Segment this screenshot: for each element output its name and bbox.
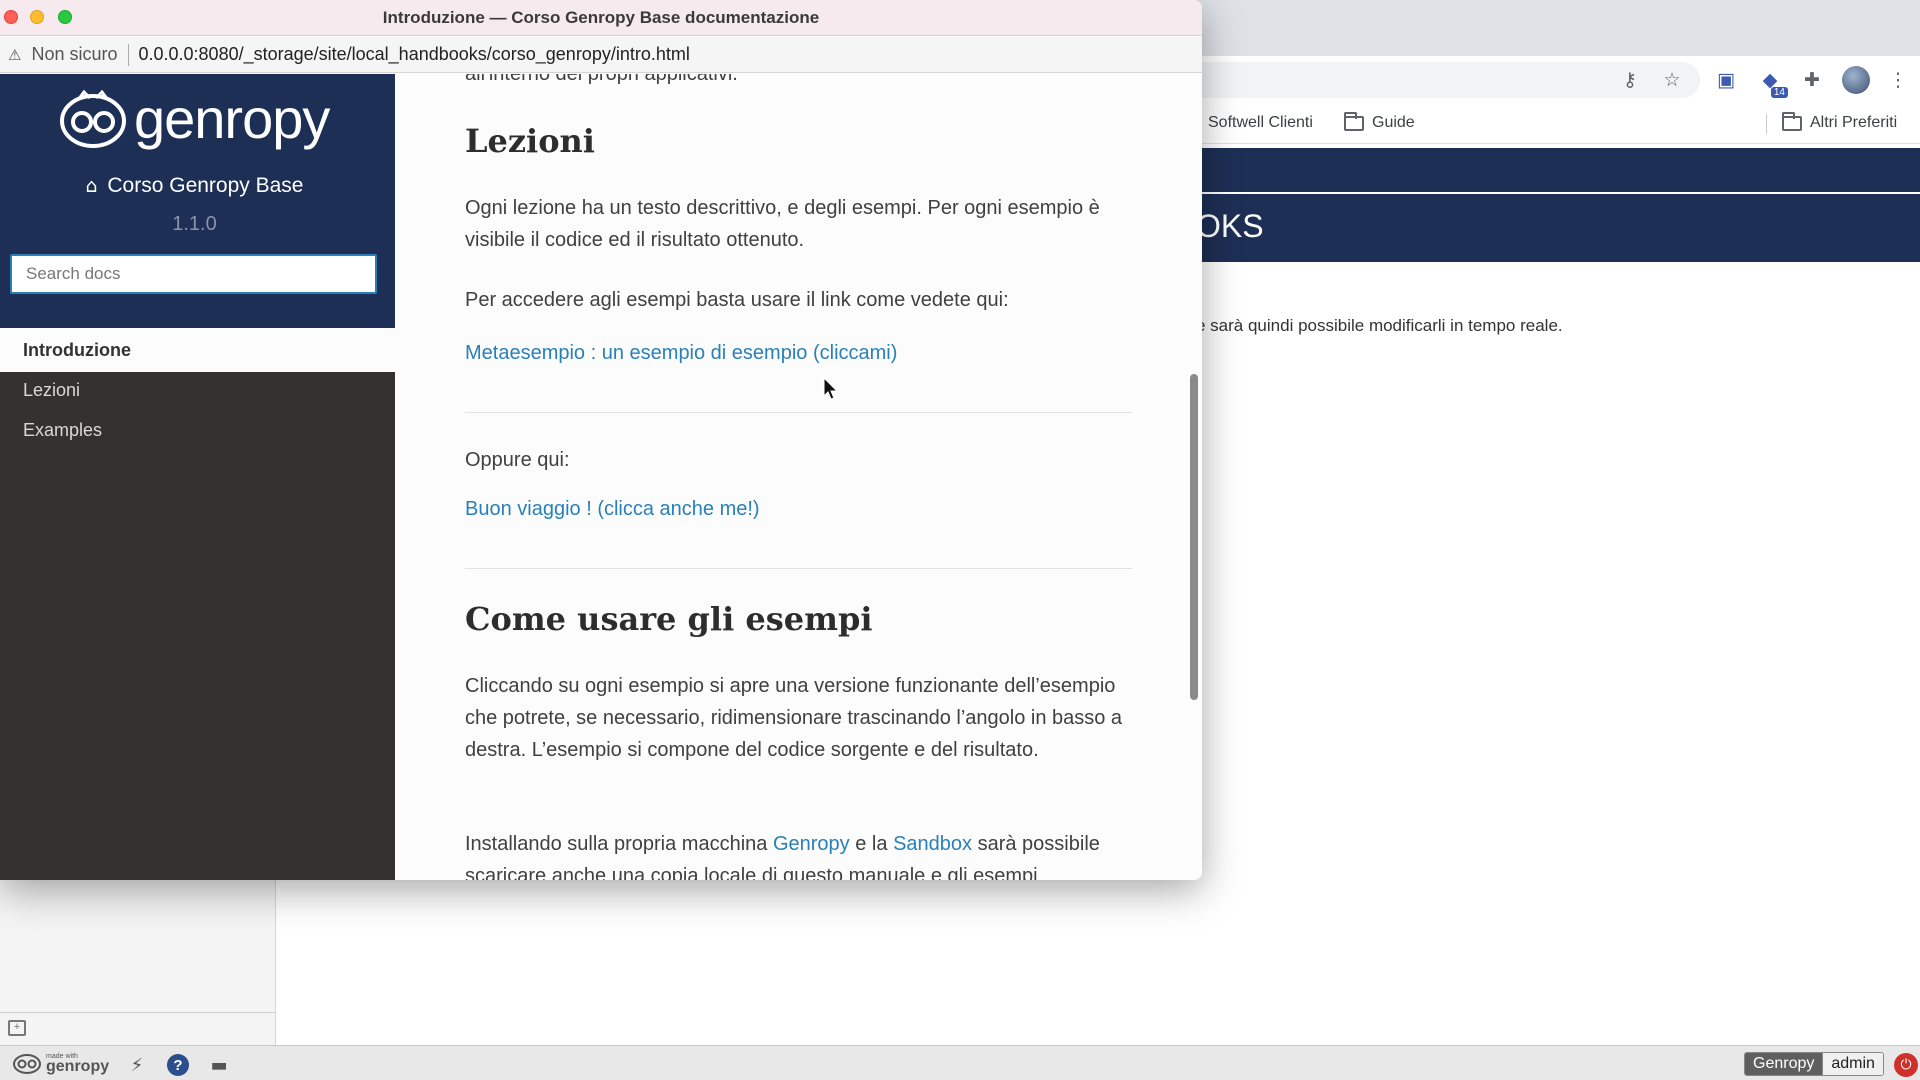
folder-icon xyxy=(1782,111,1802,131)
text: sarà possibile xyxy=(977,833,1100,855)
nav-item-lezioni[interactable]: Lezioni xyxy=(23,380,80,401)
cut-off-text-bottom: scaricare anche una copia locale di ques… xyxy=(465,865,1038,880)
panel-divider xyxy=(0,1012,276,1013)
help-icon[interactable]: ? xyxy=(167,1054,189,1076)
genropy-logo-text: genropy xyxy=(46,1057,110,1075)
username-label: admin xyxy=(1822,1053,1883,1075)
divider xyxy=(465,568,1132,569)
heading-come-usare: Come usare gli esempi xyxy=(465,600,873,638)
bookmark-altri-preferiti[interactable]: Altri Preferiti xyxy=(1782,111,1898,132)
url-divider xyxy=(127,43,129,66)
nav-item-examples[interactable]: Examples xyxy=(23,420,102,441)
text: Installando sulla propria macchina xyxy=(465,833,768,855)
paragraph-installazione: Installando sulla propria macchina Genro… xyxy=(465,828,1132,860)
app-name-label: Genropy xyxy=(1745,1053,1823,1075)
bookmark-softwell-clienti[interactable]: Softwell Clienti xyxy=(1208,114,1313,132)
heading-lezioni: Lezioni xyxy=(465,122,595,160)
cut-off-text-top: all'interno dei propri applicativi. xyxy=(465,74,738,85)
puzzle-icon[interactable]: ✚ xyxy=(1798,66,1826,94)
nav-item-introduzione[interactable]: Introduzione xyxy=(0,328,395,372)
link-genropy[interactable]: Genropy xyxy=(773,833,850,855)
project-home-link[interactable]: ⌂ Corso Genropy Base xyxy=(0,174,389,198)
paragraph-oppure: Oppure qui: xyxy=(465,449,570,471)
add-panel-icon[interactable]: + xyxy=(8,1020,26,1036)
lightning-icon[interactable]: ⚡ xyxy=(126,1054,148,1076)
genropy-logo[interactable]: genropy xyxy=(58,87,330,150)
bookmark-guide[interactable]: Guide xyxy=(1344,111,1415,132)
bookmark-label: Softwell Clienti xyxy=(1208,114,1313,131)
paragraph-come-usare: Cliccando su ogni esempio si apre una ve… xyxy=(465,675,1123,761)
docs-window: Introduzione — Corso Genropy Base docume… xyxy=(0,0,1202,880)
mouse-cursor-icon xyxy=(823,377,839,400)
url-text[interactable]: 0.0.0.0:8080/_storage/site/local_handboo… xyxy=(139,44,690,65)
warning-icon: ⚠ xyxy=(8,45,22,64)
bookmark-separator xyxy=(1766,114,1767,134)
status-bar: made with genropy ⚡ ? ▬ Genropy admin ⏻ xyxy=(0,1045,1920,1080)
window-title: Introduzione — Corso Genropy Base docume… xyxy=(382,8,820,27)
bookmark-label: Altri Preferiti xyxy=(1810,114,1898,131)
user-badge[interactable]: Genropy admin xyxy=(1744,1052,1884,1076)
monitor-icon[interactable]: ▬ xyxy=(208,1054,230,1076)
extension-icon[interactable]: ▣ xyxy=(1712,66,1740,94)
home-icon: ⌂ xyxy=(85,175,98,197)
url-bar[interactable]: ⚠ Non sicuro 0.0.0.0:8080/_storage/site/… xyxy=(0,37,1202,73)
version-label: 1.1.0 xyxy=(172,213,217,235)
logo-text: genropy xyxy=(134,87,330,150)
paragraph-lezioni: Ogni lezione ha un testo descrittivo, e … xyxy=(465,197,1100,251)
background-left-panel xyxy=(0,880,276,1045)
text: e la xyxy=(855,833,888,855)
power-icon[interactable]: ⏻ xyxy=(1894,1053,1918,1077)
docs-sidebar: genropy ⌂ Corso Genropy Base 1.1.0 Intro… xyxy=(0,74,395,880)
link-buon-viaggio[interactable]: Buon viaggio ! (clicca anche me!) xyxy=(465,498,760,521)
avatar[interactable] xyxy=(1842,66,1870,94)
background-body-text: e sarà quindi possibile modificarli in t… xyxy=(1196,316,1563,335)
extension-badge: 14 xyxy=(1770,87,1788,98)
more-icon[interactable]: ⋮ xyxy=(1884,66,1912,94)
folder-icon xyxy=(1344,111,1364,131)
divider xyxy=(465,412,1132,413)
scrollbar-thumb[interactable] xyxy=(1190,374,1198,700)
genropy-mark-icon xyxy=(60,89,126,148)
bookmark-label: Guide xyxy=(1372,114,1415,131)
search-input[interactable] xyxy=(10,254,377,294)
made-with-genropy-logo: made with genropy xyxy=(12,1052,109,1074)
project-name: Corso Genropy Base xyxy=(107,174,304,197)
extension-badge-icon[interactable]: ◆ 14 xyxy=(1756,66,1788,98)
main-content: all'interno dei propri applicativi. Lezi… xyxy=(395,74,1202,880)
window-titlebar: Introduzione — Corso Genropy Base docume… xyxy=(0,0,1202,36)
background-page-title: OKS xyxy=(1196,208,1264,244)
genropy-mark-icon xyxy=(13,1054,41,1074)
key-icon[interactable]: ⚷ xyxy=(1616,66,1644,94)
paragraph-accesso: Per accedere agli esempi basta usare il … xyxy=(465,289,1009,311)
link-sandbox[interactable]: Sandbox xyxy=(893,833,972,855)
link-metaesempio[interactable]: Metaesempio : un esempio di esempio (cli… xyxy=(465,342,897,365)
security-label[interactable]: Non sicuro xyxy=(31,44,117,65)
sidebar-header: genropy ⌂ Corso Genropy Base 1.1.0 xyxy=(0,74,395,328)
star-icon[interactable]: ☆ xyxy=(1658,66,1686,94)
